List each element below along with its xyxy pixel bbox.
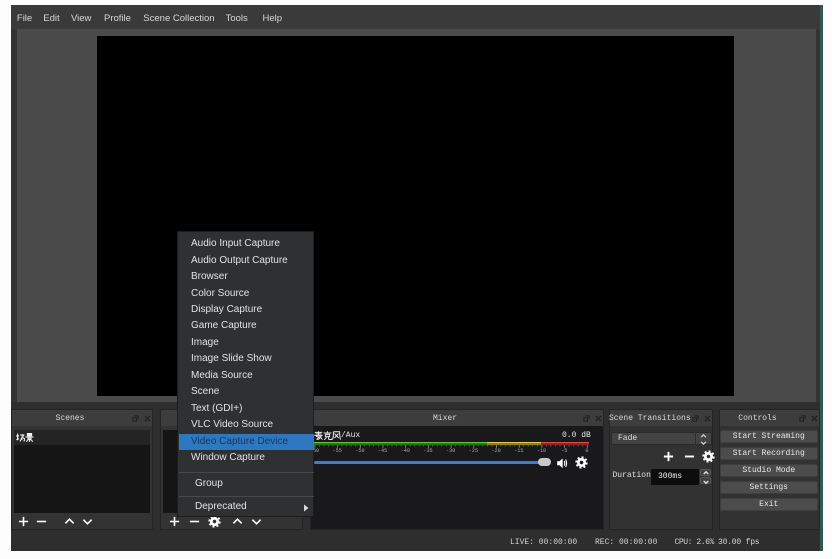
svg-text:0: 0 <box>585 448 588 454</box>
svg-text:-40: -40 <box>401 448 410 454</box>
svg-text:-20: -20 <box>491 448 500 454</box>
svg-text:-50: -50 <box>355 448 364 454</box>
svg-text:-55: -55 <box>333 448 342 454</box>
svg-text:-25: -25 <box>469 448 478 454</box>
svg-text:-45: -45 <box>378 448 387 454</box>
svg-text:-30: -30 <box>446 448 455 454</box>
svg-text:-15: -15 <box>514 448 523 454</box>
svg-text:-35: -35 <box>423 448 432 454</box>
svg-text:-10: -10 <box>537 448 546 454</box>
svg-text:-5: -5 <box>561 448 567 454</box>
